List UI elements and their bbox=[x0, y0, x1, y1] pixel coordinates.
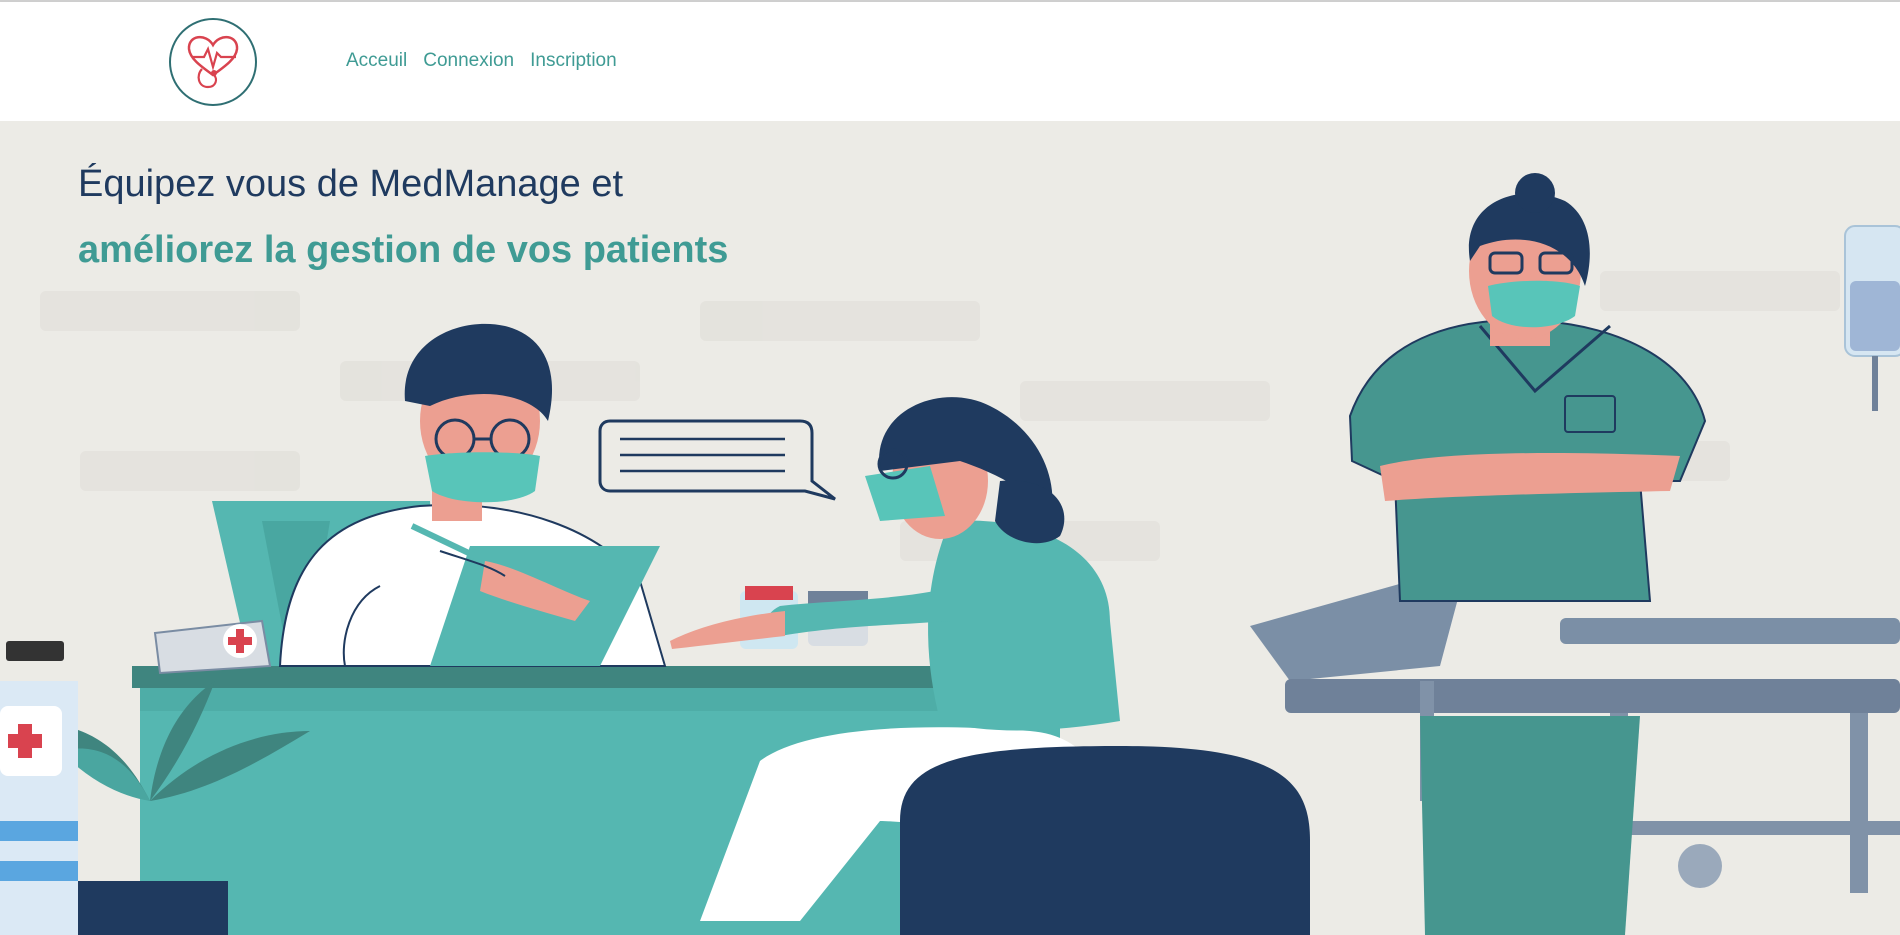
nav-link-connexion[interactable]: Connexion bbox=[423, 50, 514, 72]
hero-subheading: améliorez la gestion de vos patients bbox=[78, 229, 729, 271]
logo-icon[interactable] bbox=[166, 15, 260, 109]
supplies bbox=[0, 641, 78, 935]
nav-link-acceuil[interactable]: Acceuil bbox=[346, 50, 407, 72]
hero-heading: Équipez vous de MedManage et bbox=[78, 163, 624, 205]
nav-links: Acceuil Connexion Inscription bbox=[346, 50, 617, 72]
hero-banner: Équipez vous de MedManage et améliorez l… bbox=[0, 121, 1900, 935]
navbar: Acceuil Connexion Inscription bbox=[0, 2, 1900, 121]
nav-link-inscription[interactable]: Inscription bbox=[530, 50, 617, 72]
